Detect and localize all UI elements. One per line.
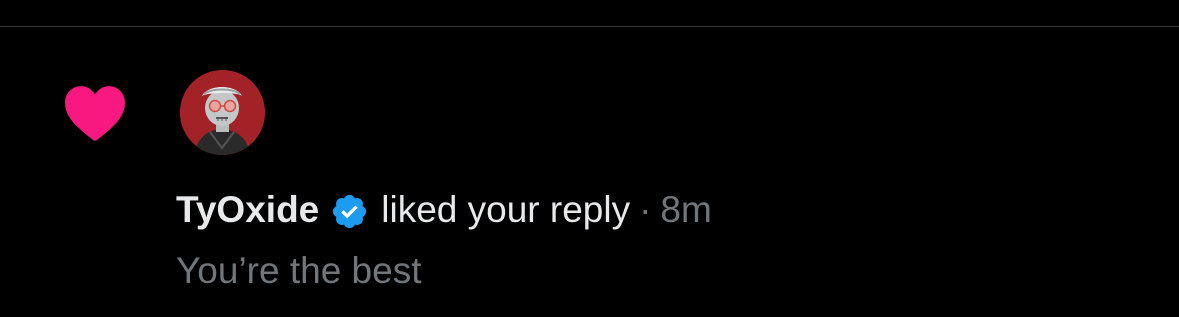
user-avatar[interactable] xyxy=(180,70,265,155)
reply-preview-text[interactable]: You’re the best xyxy=(176,250,422,292)
heart-icon xyxy=(65,86,125,141)
timestamp[interactable]: 8m xyxy=(660,189,711,231)
user-avatar-icon xyxy=(180,70,265,155)
action-text: liked your reply xyxy=(381,189,631,230)
username-link[interactable]: TyOxide xyxy=(176,189,319,231)
separator-dot: · xyxy=(639,189,652,230)
verified-badge-icon xyxy=(333,194,367,228)
notification-header: TyOxide liked your reply · 8m xyxy=(176,186,712,234)
